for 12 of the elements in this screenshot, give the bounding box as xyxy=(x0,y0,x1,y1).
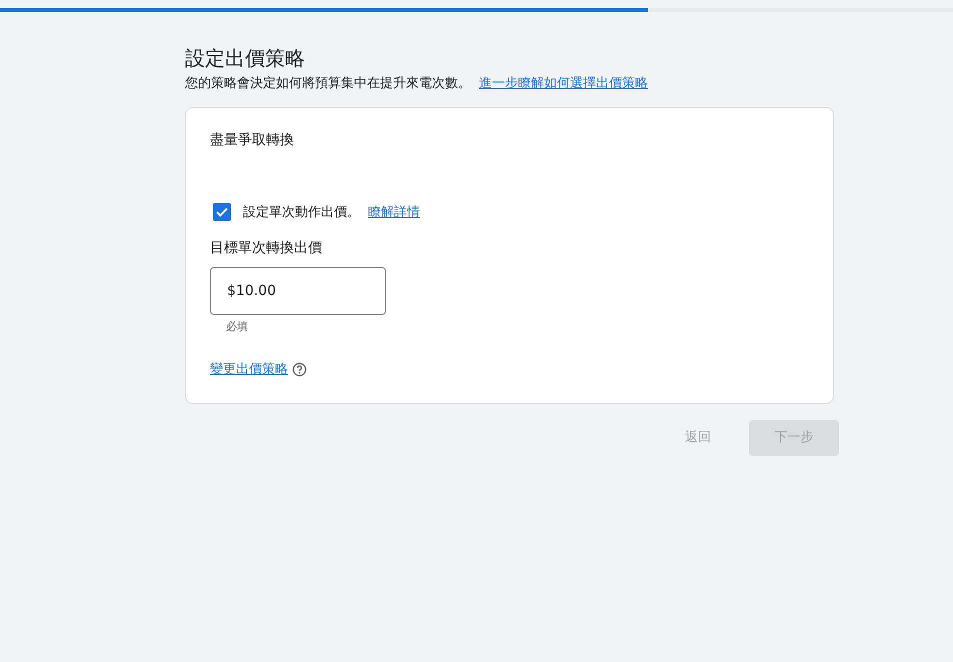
change-strategy-link[interactable]: 變更出價策略 xyxy=(210,360,288,379)
help-icon[interactable] xyxy=(292,362,307,377)
learn-more-link[interactable]: 進一步瞭解如何選擇出價策略 xyxy=(479,74,648,94)
checkbox[interactable] xyxy=(213,203,231,222)
helper-text: 必填 xyxy=(226,319,249,335)
checkbox-label: 設定單次動作出價。 xyxy=(242,204,360,222)
bid-input-field[interactable]: $10.00 xyxy=(210,267,386,315)
field-label: 目標單次轉換出價 xyxy=(210,239,323,258)
details-link[interactable]: 瞭解詳情 xyxy=(368,202,420,222)
page-title: 設定出價策略 xyxy=(185,46,306,70)
description: 您的策略會決定如何將預算集中在提升來電次數。 xyxy=(185,75,471,93)
strategy-name: 盡量爭取轉換 xyxy=(210,130,295,150)
